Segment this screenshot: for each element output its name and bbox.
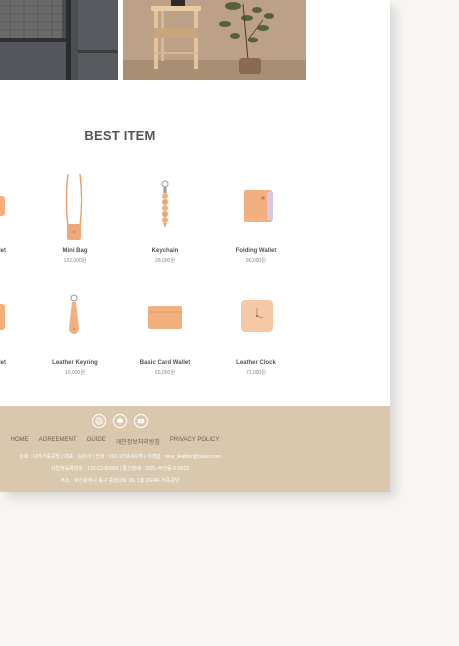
product-name[interactable]: Basic Card Wallet [120, 360, 210, 366]
footer-link-home[interactable]: HOME [11, 437, 29, 446]
footer-link-privacy-kr[interactable]: 개인정보처리방침 [116, 437, 160, 446]
product-name[interactable]: Leather Clock [211, 360, 301, 366]
product-card[interactable]: Leather Keyring 16,000원 [30, 282, 120, 376]
chat-icon[interactable] [113, 414, 127, 428]
product-price: 16,000원 [65, 370, 85, 376]
product-price: 86,000원 [246, 258, 266, 264]
product-image[interactable] [120, 170, 210, 242]
product-image[interactable] [30, 170, 120, 242]
product-image[interactable] [211, 170, 301, 242]
page-panel: BEST ITEM allet Mini Bag 132,000원 [0, 0, 390, 492]
footer-business-info: 사업자등록번호 : 132-12-00563 | 통신판매 : 2021-부산동… [50, 466, 190, 472]
section-title: BEST ITEM [84, 128, 156, 143]
footer-nav: HOME AGREEMENT GUIDE 개인정보처리방침 PRIVACY PO… [0, 437, 230, 446]
product-price: 28,000원 [155, 258, 175, 264]
product-name[interactable]: Folding Wallet [211, 248, 301, 254]
footer-link-agreement[interactable]: AGREEMENT [39, 437, 77, 446]
product-image[interactable] [211, 282, 301, 354]
product-name[interactable]: Keychain [120, 248, 210, 254]
product-name[interactable]: Leather Keyring [30, 360, 120, 366]
footer: HOME AGREEMENT GUIDE 개인정보처리방침 PRIVACY PO… [0, 406, 390, 492]
product-price: 65,000원 [155, 370, 175, 376]
youtube-icon[interactable] [134, 414, 148, 428]
footer-address: 주소 : 부산광역시 동구 중앙대로 26, 1층 DEAR 가죽공방 [60, 478, 180, 484]
product-price: 72,000원 [246, 370, 266, 376]
product-card[interactable]: Basic Card Wallet 65,000원 [120, 282, 210, 376]
product-image[interactable] [30, 282, 120, 354]
sns-links [92, 414, 148, 428]
product-name[interactable]: Mini Bag [30, 248, 120, 254]
product-image[interactable] [120, 282, 210, 354]
footer-link-guide[interactable]: GUIDE [87, 437, 106, 446]
stool-plant-photo[interactable] [123, 0, 306, 80]
chair-photo[interactable] [0, 0, 118, 80]
footer-link-privacy-policy[interactable]: PRIVACY POLICY [170, 437, 219, 446]
product-card[interactable]: Folding Wallet 86,000원 [211, 170, 301, 264]
product-card[interactable]: Mini Bag 132,000원 [30, 170, 120, 264]
instagram-icon[interactable] [92, 414, 106, 428]
product-card[interactable]: Keychain 28,000원 [120, 170, 210, 264]
product-price: 132,000원 [63, 258, 87, 264]
footer-company-info: 상호 : 디어가죽공방 | 대표 : 김수아 | 전화 : 010-1234-5… [19, 454, 221, 460]
product-card[interactable]: Leather Clock 72,000원 [211, 282, 301, 376]
